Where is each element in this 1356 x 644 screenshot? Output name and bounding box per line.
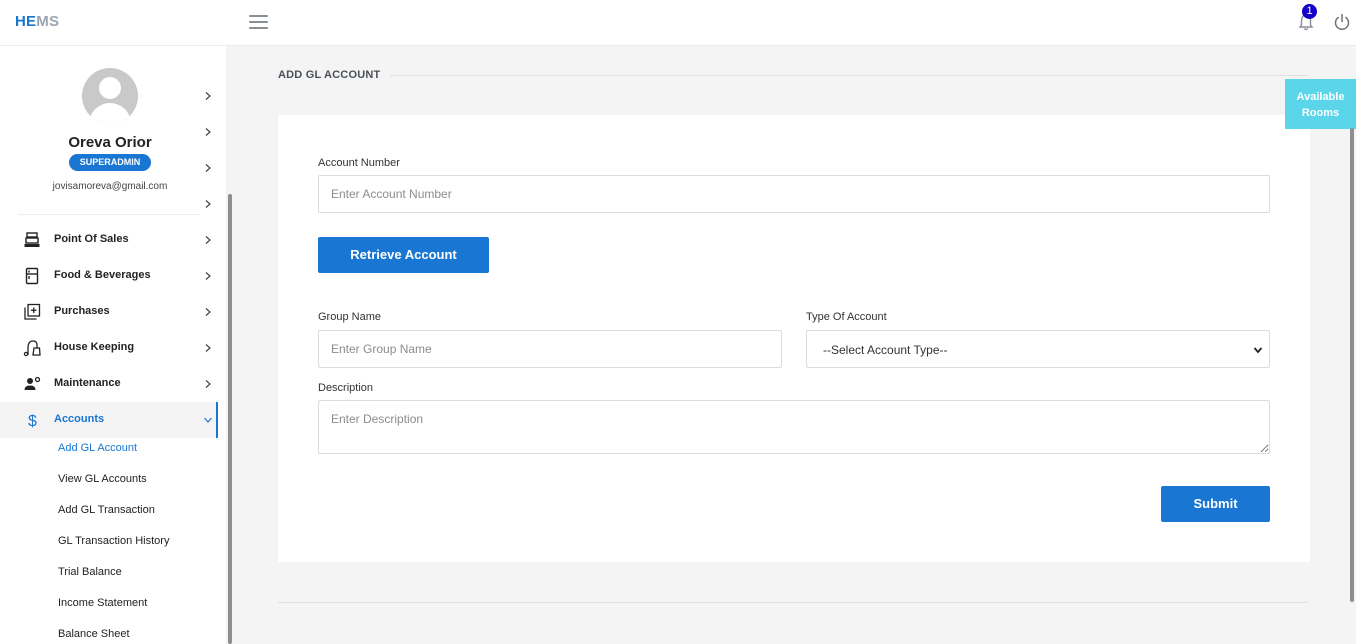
submit-button[interactable]: Submit <box>1161 486 1270 522</box>
subitem-balance-sheet[interactable]: Balance Sheet <box>58 628 130 640</box>
sidebar-scrollbar[interactable] <box>228 194 232 644</box>
chevron-right-icon[interactable] <box>203 163 213 173</box>
sidebar-item-house-keeping[interactable]: House Keeping <box>0 330 218 366</box>
user-email: jovisamoreva@gmail.com <box>52 181 168 192</box>
sidebar: Oreva Orior SUPERADMIN jovisamoreva@gmai… <box>0 46 226 644</box>
sidebar-item-purchases[interactable]: Purchases <box>0 294 218 330</box>
available-rooms-button[interactable]: Available Rooms <box>1285 79 1356 129</box>
subitem-view-gl-accounts[interactable]: View GL Accounts <box>58 473 147 485</box>
account-type-selected: --Select Account Type-- <box>823 343 948 357</box>
chevron-right-icon <box>205 380 211 388</box>
subitem-trial-balance[interactable]: Trial Balance <box>58 566 122 578</box>
subitem-add-gl-account[interactable]: Add GL Account <box>58 442 137 454</box>
account-type-select[interactable]: --Select Account Type-- <box>806 330 1270 368</box>
sidebar-item-label: House Keeping <box>54 341 135 353</box>
chevron-right-icon <box>205 272 211 280</box>
dollar-icon: $ <box>28 413 37 429</box>
subitem-income-statement[interactable]: Income Statement <box>58 597 147 609</box>
chevron-right-icon <box>205 344 211 352</box>
subitem-gl-transaction-history[interactable]: GL Transaction History <box>58 535 169 547</box>
chevron-right-icon[interactable] <box>203 91 213 101</box>
sidebar-item-accounts[interactable]: $ Accounts <box>0 402 218 438</box>
top-bar: HEMS 1 <box>0 0 1356 46</box>
footer-divider <box>278 602 1308 603</box>
user-name: Oreva Orior <box>68 134 152 151</box>
main-scrollbar[interactable] <box>1350 128 1354 602</box>
add-box-icon <box>24 303 41 320</box>
page-title: ADD GL ACCOUNT <box>278 69 381 81</box>
notification-badge: 1 <box>1302 4 1317 19</box>
role-badge: SUPERADMIN <box>69 154 151 171</box>
vacuum-icon <box>23 340 41 357</box>
chevron-right-icon <box>205 236 211 244</box>
sidebar-divider <box>18 214 200 215</box>
available-rooms-line1: Available <box>1296 91 1345 103</box>
description-label: Description <box>318 382 374 394</box>
sidebar-item-label: Accounts <box>54 413 105 425</box>
sidebar-item-label: Food & Beverages <box>54 269 151 281</box>
chevron-right-icon[interactable] <box>203 199 213 209</box>
menu-toggle-icon[interactable] <box>249 15 268 29</box>
worker-gear-icon <box>24 376 41 390</box>
account-number-label: Account Number <box>318 157 400 169</box>
logo-ms: MS <box>36 13 60 30</box>
sidebar-item-label: Point Of Sales <box>54 233 129 245</box>
group-name-input[interactable] <box>318 330 782 368</box>
sidebar-item-label: Purchases <box>54 305 110 317</box>
power-icon[interactable] <box>1333 13 1351 31</box>
type-of-account-label: Type Of Account <box>806 311 887 323</box>
fridge-icon <box>25 267 39 285</box>
sidebar-item-maintenance[interactable]: Maintenance <box>0 366 218 402</box>
account-number-input[interactable] <box>318 175 1270 213</box>
sidebar-item-point-of-sales[interactable]: Point Of Sales <box>0 222 218 258</box>
chevron-right-icon <box>205 308 211 316</box>
chevron-down-icon <box>1253 347 1263 354</box>
retrieve-account-button[interactable]: Retrieve Account <box>318 237 489 273</box>
cash-register-icon <box>24 232 40 247</box>
sidebar-item-label: Maintenance <box>54 377 121 389</box>
app-logo[interactable]: HEMS <box>15 13 59 30</box>
chevron-right-icon[interactable] <box>203 127 213 137</box>
title-divider <box>390 75 1308 76</box>
avatar <box>82 68 138 124</box>
chevron-down-icon <box>204 417 212 423</box>
sidebar-item-food-beverages[interactable]: Food & Beverages <box>0 258 218 294</box>
description-textarea[interactable] <box>318 400 1270 454</box>
available-rooms-line2: Rooms <box>1301 107 1340 119</box>
group-name-label: Group Name <box>318 311 381 323</box>
subitem-add-gl-transaction[interactable]: Add GL Transaction <box>58 504 155 516</box>
svg-text:$: $ <box>28 413 37 429</box>
logo-he: HE <box>15 13 37 30</box>
